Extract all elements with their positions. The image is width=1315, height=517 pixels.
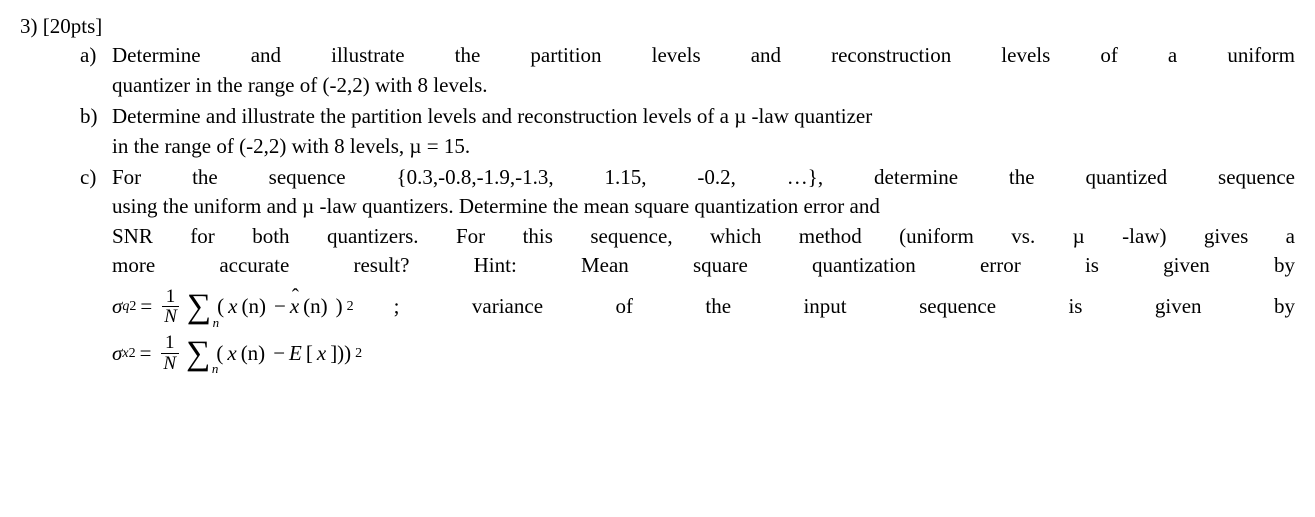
formula2: σx2 = 1 N ∑n (x(n) − E[x]))2 <box>112 333 362 374</box>
n-arg: (n) <box>241 292 266 321</box>
sigma-var: σ <box>112 292 122 321</box>
formula1-row: σq2 = 1 N ∑n (x(n) − x(n))2 ; variance o… <box>112 287 1295 328</box>
part-a-label: a) <box>80 41 112 100</box>
between-text: ; variance of the input sequence is give… <box>394 292 1295 321</box>
formula1: σq2 = 1 N ∑n (x(n) − x(n))2 <box>112 287 354 328</box>
x-var3: x <box>317 339 326 368</box>
sum-icon2: ∑n <box>186 339 210 370</box>
part-c-line4: more accurate result? Hint: Mean square … <box>112 251 1295 280</box>
part-c-body: For the sequence {0.3,-0.8,-1.9,-1.3, 1.… <box>112 163 1295 380</box>
minus-sign2: − <box>273 339 285 368</box>
sigma-sub-q: q <box>122 297 129 317</box>
x-var: x <box>228 292 237 321</box>
parts-container: a) Determine and illustrate the partitio… <box>80 41 1295 380</box>
frac-1-n2: 1 N <box>159 333 180 374</box>
part-a: a) Determine and illustrate the partitio… <box>80 41 1295 100</box>
question-header: 3) [20pts] <box>20 12 1295 41</box>
frac-den: N <box>160 307 181 327</box>
frac-num2: 1 <box>161 333 179 354</box>
frac-1-n: 1 N <box>160 287 181 328</box>
frac-den2: N <box>159 354 180 374</box>
frac-num: 1 <box>162 287 180 308</box>
bracket-open: [ <box>306 339 313 368</box>
n-arg2: (n) <box>303 292 328 321</box>
eq-sign2: = <box>140 339 152 368</box>
bracket-close: ])) <box>330 339 351 368</box>
formula2-row: σx2 = 1 N ∑n (x(n) − E[x]))2 <box>112 333 1295 374</box>
part-a-line2: quantizer in the range of (-2,2) with 8 … <box>112 71 1295 100</box>
part-c: c) For the sequence {0.3,-0.8,-1.9,-1.3,… <box>80 163 1295 380</box>
sigma-sup-2: 2 <box>129 297 136 317</box>
outer-sup: 2 <box>347 297 354 317</box>
sum-icon: ∑n <box>187 292 211 323</box>
sigma-var2: σ <box>112 339 122 368</box>
part-b-line2: in the range of (-2,2) with 8 levels, µ … <box>112 132 1295 161</box>
part-c-label: c) <box>80 163 112 380</box>
paren-close: ) <box>336 292 343 321</box>
part-c-line2: using the uniform and µ -law quantizers.… <box>112 192 1295 221</box>
part-c-line3: SNR for both quantizers. For this sequen… <box>112 222 1295 251</box>
part-a-line1: Determine and illustrate the partition l… <box>112 41 1295 70</box>
part-b-label: b) <box>80 102 112 161</box>
outer-sup2: 2 <box>355 344 362 364</box>
E-var: E <box>289 339 302 368</box>
n-arg3: (n) <box>241 339 266 368</box>
x-var2: x <box>227 339 236 368</box>
eq-sign: = <box>140 292 152 321</box>
sum-sub2: n <box>212 363 219 375</box>
part-b-line1: Determine and illustrate the partition l… <box>112 102 1295 131</box>
question-points: [20pts] <box>43 14 103 38</box>
part-a-body: Determine and illustrate the partition l… <box>112 41 1295 100</box>
sigma-sup-2b: 2 <box>129 344 136 364</box>
part-b-body: Determine and illustrate the partition l… <box>112 102 1295 161</box>
part-c-line1: For the sequence {0.3,-0.8,-1.9,-1.3, 1.… <box>112 163 1295 192</box>
question-number: 3) <box>20 14 38 38</box>
part-b: b) Determine and illustrate the partitio… <box>80 102 1295 161</box>
sum-sub: n <box>213 317 220 329</box>
x-hat: x <box>290 292 299 321</box>
minus-sign: − <box>274 292 286 321</box>
